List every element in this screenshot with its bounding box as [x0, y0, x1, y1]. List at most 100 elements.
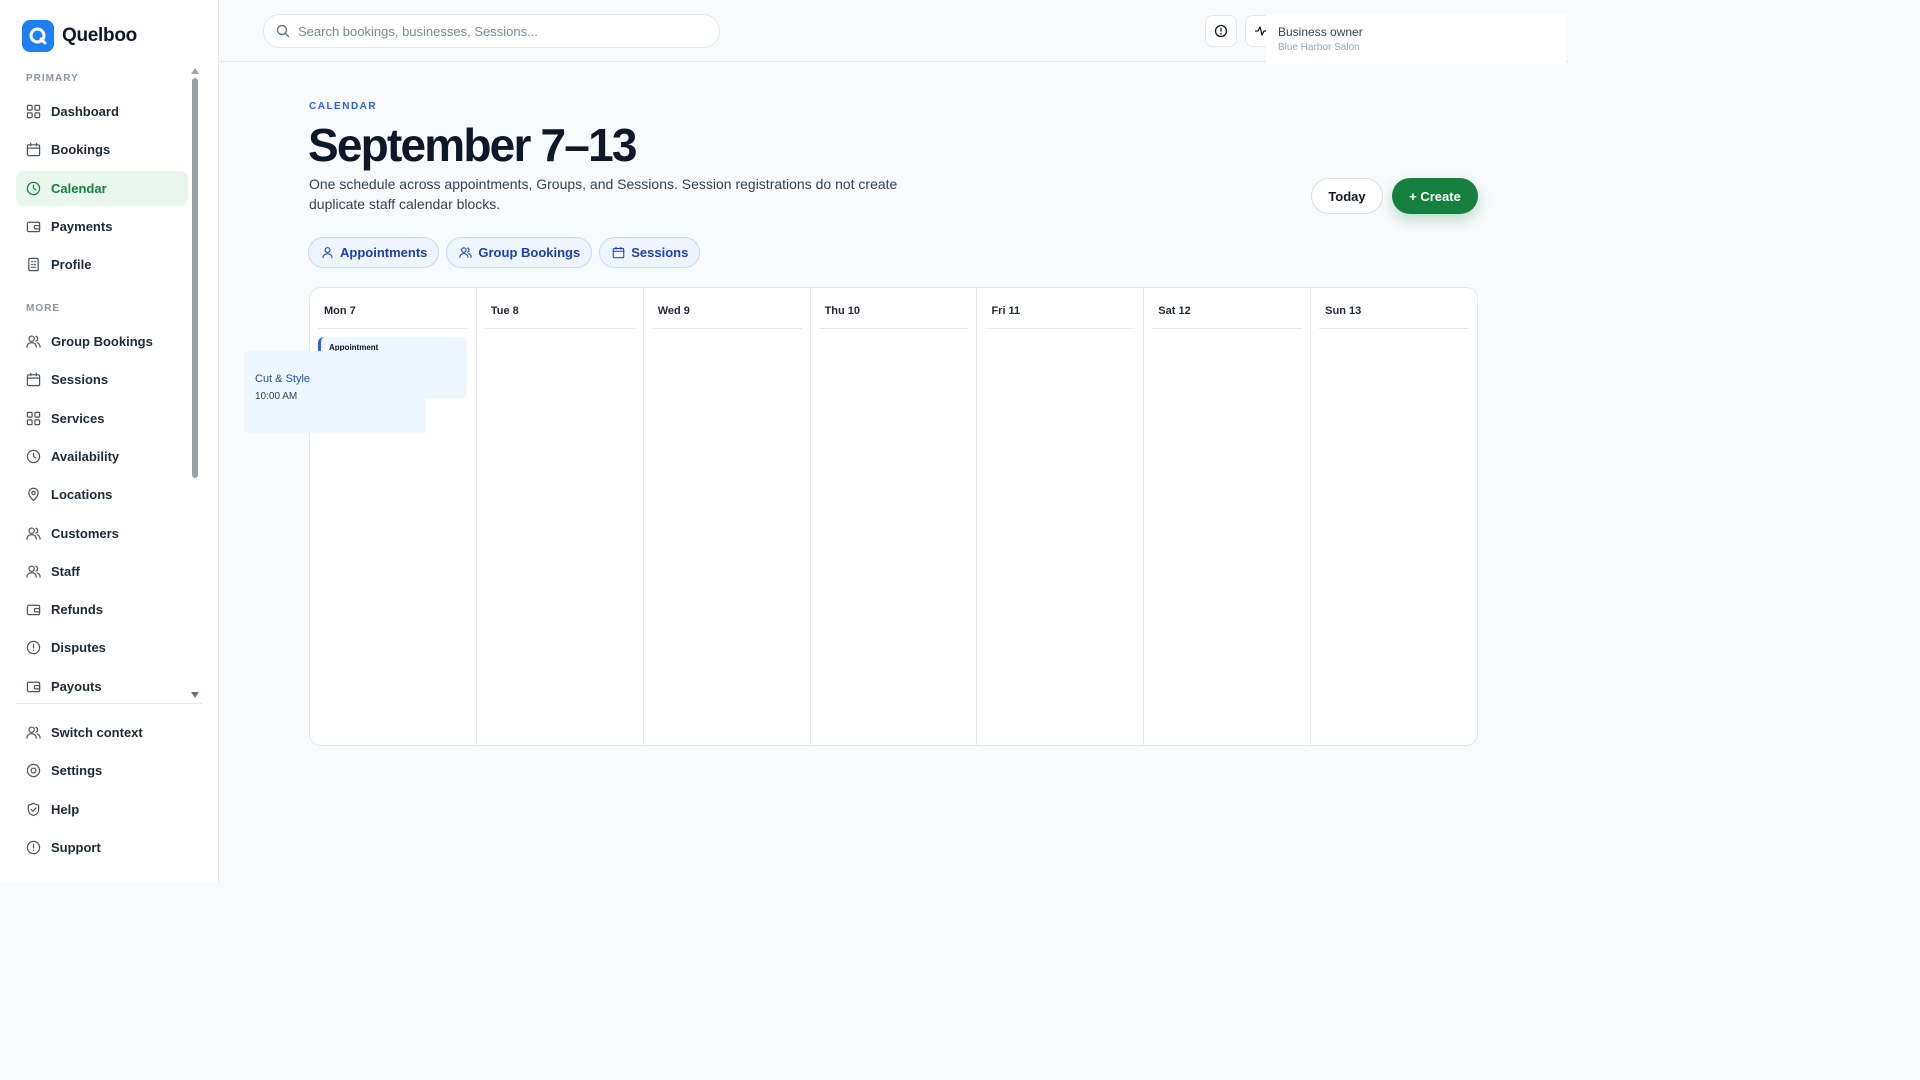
sidebar-item-label: Services	[51, 410, 105, 426]
day-column-sun-13[interactable]: Sun 13	[1311, 288, 1477, 745]
day-column-tue-8[interactable]: Tue 8	[477, 288, 644, 745]
sidebar-item-profile[interactable]: Profile	[16, 247, 188, 282]
sidebar-item-payments[interactable]: Payments	[16, 209, 188, 244]
sidebar-item-label: Locations	[51, 487, 113, 503]
wallet-icon	[26, 681, 41, 692]
filter-chip-appointments[interactable]: Appointments	[308, 237, 440, 268]
day-column-thu-10[interactable]: Thu 10	[811, 288, 978, 745]
sidebar-item-settings[interactable]: Settings	[16, 753, 188, 788]
sidebar-item-group-bookings[interactable]: Group Bookings	[16, 324, 188, 359]
calendar-icon	[26, 143, 41, 157]
search-icon	[276, 24, 290, 38]
sidebar-item-help[interactable]: Help	[16, 792, 188, 827]
alerts-button[interactable]	[1205, 15, 1237, 47]
sidebar-item-disputes[interactable]: Disputes	[16, 630, 188, 665]
sidebar-nav: PRIMARY Dashboard Bookings Calendar Payment…	[0, 64, 219, 704]
alert-icon	[26, 840, 41, 855]
user-icon	[322, 247, 333, 259]
users-icon	[26, 335, 41, 348]
day-header: Tue 8	[484, 288, 635, 329]
account-menu[interactable]: Business owner Blue Harbor Salon	[1266, 14, 1566, 64]
clock-icon	[26, 449, 41, 464]
sidebar-item-sessions[interactable]: Sessions	[16, 362, 188, 397]
sidebar-item-switch-context[interactable]: Switch context	[16, 715, 188, 750]
settings-icon	[26, 764, 41, 778]
search-input[interactable]	[298, 23, 698, 39]
sidebar-item-label: Payouts	[51, 678, 102, 694]
calendar-icon	[26, 373, 41, 387]
sidebar-item-refunds[interactable]: Refunds	[16, 592, 188, 627]
shield-icon	[27, 802, 40, 816]
event-time: 10:00 AM	[255, 391, 298, 402]
week-calendar: Mon 7 Tue 8 Wed 9 Thu 10 Fri 11 Sat 12 Sun 13	[309, 287, 1478, 746]
scroll-down-icon[interactable]	[191, 692, 199, 698]
clock-icon	[26, 181, 41, 195]
sidebar-item-services[interactable]: Services	[16, 401, 188, 436]
filter-chip-group-bookings[interactable]: Group Bookings	[446, 237, 593, 268]
quelboo-logo-icon	[22, 20, 54, 52]
sidebar-item-calendar[interactable]: Calendar	[16, 170, 188, 206]
section-label-more: MORE	[26, 303, 60, 314]
user-org: Blue Harbor Salon	[1278, 42, 1360, 53]
sidebar-item-label: Settings	[51, 763, 103, 779]
filter-chip-sessions[interactable]: Sessions	[599, 237, 701, 268]
day-header: Fri 11	[985, 288, 1136, 329]
sidebar-item-label: Help	[51, 801, 80, 817]
page-eyebrow: CALENDAR	[309, 101, 378, 112]
sidebar-item-label: Staff	[51, 563, 80, 579]
sidebar-item-bookings[interactable]: Bookings	[16, 132, 188, 167]
section-label-primary: PRIMARY	[26, 73, 79, 84]
users-icon	[26, 526, 41, 540]
day-header: Sun 13	[1319, 288, 1470, 329]
sidebar-item-dashboard[interactable]: Dashboard	[16, 94, 188, 129]
today-button[interactable]: Today	[1311, 178, 1383, 214]
wallet-icon	[26, 221, 41, 233]
filter-chips: Appointments Group Bookings Sessions	[308, 237, 701, 268]
brand[interactable]: Quelboo	[22, 20, 137, 52]
sidebar-item-availability[interactable]: Availability	[16, 439, 188, 474]
sidebar-scroll-thumb[interactable]	[192, 78, 198, 478]
sidebar-item-staff[interactable]: Staff	[16, 554, 188, 589]
building-icon	[28, 257, 39, 272]
sidebar-item-label: Disputes	[51, 640, 106, 656]
sidebar-item-support[interactable]: Support	[16, 830, 188, 865]
top-bar: Business owner Blue Harbor Salon	[219, 0, 1568, 64]
day-column-sat-12[interactable]: Sat 12	[1144, 288, 1312, 745]
sidebar-item-label: Support	[51, 839, 101, 855]
day-column-fri-11[interactable]: Fri 11	[977, 288, 1145, 745]
scroll-up-icon[interactable]	[191, 68, 199, 74]
sidebar-item-label: Bookings	[51, 142, 111, 158]
filter-chip-label: Appointments	[340, 245, 428, 260]
sidebar-item-payouts[interactable]: Payouts	[16, 669, 188, 704]
sidebar-item-label: Profile	[51, 257, 92, 273]
sidebar: Quelboo PRIMARY Dashboard Bookings Calenda…	[0, 0, 219, 882]
sidebar-item-label: Refunds	[51, 602, 103, 618]
sidebar-item-label: Sessions	[51, 372, 109, 388]
day-column-wed-9[interactable]: Wed 9	[644, 288, 811, 745]
filter-chip-label: Sessions	[631, 245, 689, 260]
sidebar-item-label: Group Bookings	[51, 334, 153, 349]
page-title: September 7–13	[308, 119, 637, 171]
alert-icon	[1214, 24, 1228, 38]
alert-icon	[26, 641, 41, 655]
users-icon	[459, 247, 473, 258]
sidebar-item-customers[interactable]: Customers	[16, 516, 188, 551]
pin-icon	[28, 487, 39, 502]
sidebar-item-label: Payments	[51, 218, 113, 234]
grid-icon	[26, 411, 41, 425]
create-button[interactable]: + Create	[1392, 178, 1478, 214]
sidebar-item-label: Switch context	[51, 725, 143, 740]
day-header: Mon 7	[318, 288, 468, 329]
search-box[interactable]	[263, 14, 720, 48]
sidebar-item-locations[interactable]: Locations	[16, 477, 188, 512]
users-icon	[26, 565, 41, 578]
calendar-icon	[612, 246, 625, 259]
day-header: Sat 12	[1152, 288, 1303, 329]
filter-chip-label: Group Bookings	[478, 245, 581, 260]
brand-name: Quelboo	[62, 25, 137, 46]
users-icon	[26, 726, 41, 739]
sidebar-item-label: Availability	[51, 448, 120, 464]
user-role: Business owner	[1278, 25, 1363, 39]
grid-icon	[26, 104, 41, 119]
day-header: Thu 10	[818, 288, 969, 329]
